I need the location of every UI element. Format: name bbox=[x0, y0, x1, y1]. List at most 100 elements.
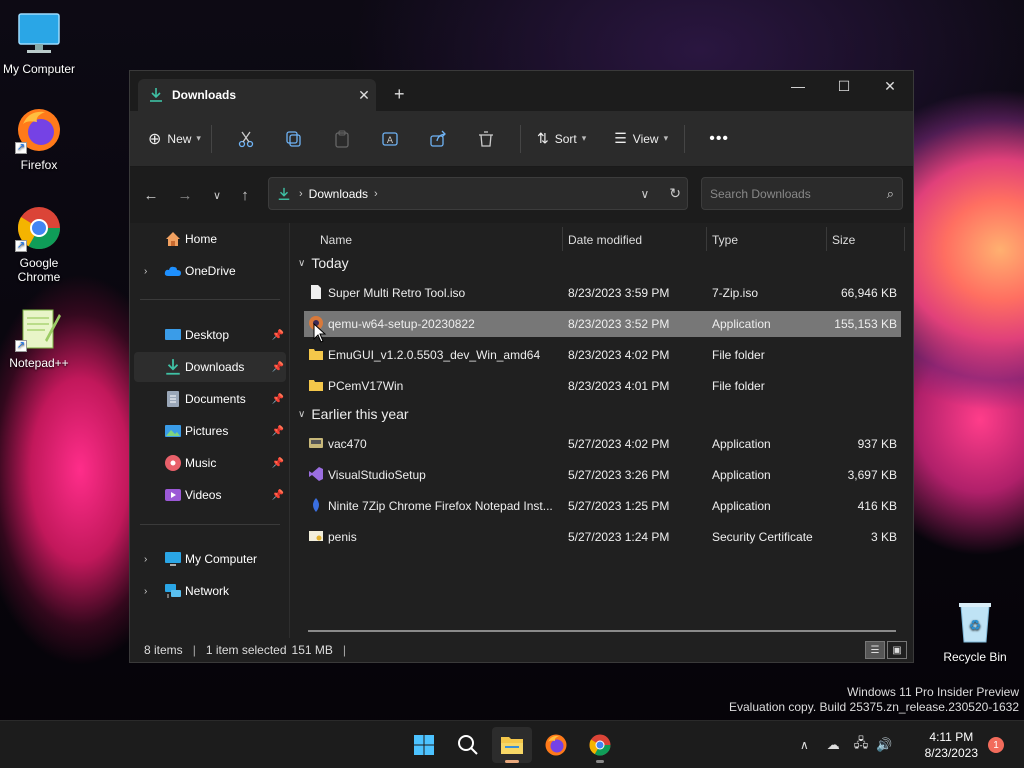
share-icon[interactable] bbox=[414, 123, 462, 155]
desktop-icon-chrome[interactable]: ↗ Google Chrome bbox=[0, 204, 78, 284]
forward-arrow-icon[interactable]: → bbox=[172, 181, 198, 209]
command-bar: ⊕ New ▾ A ⇅ Sort ▾ ☰ View ▾ ••• bbox=[130, 111, 913, 167]
pin-icon: 📌 bbox=[271, 361, 284, 373]
sidebar-item-home[interactable]: Home bbox=[134, 224, 286, 254]
chevron-up-icon[interactable]: ∧ bbox=[800, 738, 809, 752]
new-button[interactable]: ⊕ New ▾ bbox=[148, 123, 201, 155]
taskbar-chrome[interactable] bbox=[580, 727, 620, 763]
pin-icon: 📌 bbox=[271, 489, 284, 501]
address-history-chevron-icon[interactable]: ∨ bbox=[640, 187, 649, 201]
minimize-icon[interactable]: — bbox=[775, 71, 821, 101]
view-toggles: ☰ ▣ bbox=[865, 641, 907, 659]
sidebar-item-desktop[interactable]: Desktop 📌 bbox=[134, 320, 286, 350]
sidebar-item-downloads[interactable]: Downloads 📌 bbox=[134, 352, 286, 382]
chevron-right-icon[interactable]: › bbox=[144, 554, 147, 565]
sidebar-item-pictures[interactable]: Pictures 📌 bbox=[134, 416, 286, 446]
view-list-icon: ☰ bbox=[614, 130, 627, 146]
paste-icon[interactable] bbox=[318, 123, 366, 155]
sidebar-item-network[interactable]: › Network bbox=[134, 576, 286, 606]
sidebar-item-videos[interactable]: Videos 📌 bbox=[134, 480, 286, 510]
tiles-view-icon[interactable]: ▣ bbox=[887, 641, 907, 659]
column-divider[interactable] bbox=[904, 227, 905, 251]
onedrive-offline-icon[interactable]: ☁ bbox=[827, 737, 840, 753]
column-type[interactable]: Type bbox=[712, 233, 738, 247]
breadcrumb-chevron-icon: › bbox=[299, 187, 303, 200]
column-divider[interactable] bbox=[706, 227, 707, 251]
desktop-icon-my-computer[interactable]: My Computer bbox=[0, 10, 78, 76]
sort-icon: ⇅ bbox=[536, 130, 549, 146]
shortcut-arrow-icon: ↗ bbox=[15, 340, 27, 352]
tab-downloads[interactable]: Downloads ✕ bbox=[138, 79, 376, 111]
cloud-icon bbox=[164, 262, 182, 280]
clock[interactable]: 4:11 PM 8/23/2023 bbox=[925, 729, 978, 761]
address-bar[interactable]: › Downloads › ∨ ↻ bbox=[268, 177, 688, 210]
close-tab-icon[interactable]: ✕ bbox=[352, 87, 376, 104]
column-name[interactable]: Name bbox=[320, 233, 352, 247]
sidebar-item-my-computer[interactable]: › My Computer bbox=[134, 544, 286, 574]
search-icon[interactable]: ⌕ bbox=[887, 186, 894, 202]
notification-badge[interactable]: 1 bbox=[988, 737, 1004, 753]
pictures-icon bbox=[164, 422, 182, 440]
sidebar-item-documents[interactable]: Documents 📌 bbox=[134, 384, 286, 414]
pin-icon: 📌 bbox=[271, 329, 284, 341]
close-window-icon[interactable]: ✕ bbox=[867, 71, 913, 101]
file-row[interactable]: EmuGUI_v1.2.0.5503_dev_Win_amd64 8/23/20… bbox=[304, 342, 901, 368]
file-row[interactable]: Ninite 7Zip Chrome Firefox Notepad Inst.… bbox=[304, 493, 901, 519]
taskbar-file-explorer[interactable] bbox=[492, 727, 532, 763]
sort-button[interactable]: ⇅ Sort ▾ bbox=[537, 123, 586, 155]
chevron-right-icon[interactable]: › bbox=[144, 586, 147, 597]
more-options-icon[interactable]: ••• bbox=[695, 123, 743, 155]
evaluation-watermark: Windows 11 Pro Insider Preview Evaluatio… bbox=[729, 685, 1019, 715]
search-taskbar-button[interactable] bbox=[448, 727, 488, 763]
sidebar-item-onedrive[interactable]: › OneDrive bbox=[134, 256, 286, 286]
network-icon bbox=[164, 582, 182, 600]
start-button[interactable] bbox=[404, 727, 444, 763]
maximize-icon[interactable]: ☐ bbox=[821, 71, 867, 101]
chevron-right-icon[interactable]: › bbox=[144, 266, 147, 277]
selection-size: 151 MB bbox=[291, 643, 333, 657]
horizontal-scrollbar[interactable] bbox=[308, 630, 896, 632]
group-header-earlier-this-year[interactable]: ∨ Earlier this year bbox=[298, 406, 409, 422]
volume-icon[interactable]: 🔊 bbox=[876, 737, 892, 753]
column-size[interactable]: Size bbox=[832, 233, 855, 247]
recent-locations-chevron-icon[interactable]: ∨ bbox=[204, 181, 230, 209]
firefox-icon bbox=[545, 734, 567, 756]
file-row-selected[interactable]: qemu-w64-setup-20230822 8/23/2023 3:52 P… bbox=[304, 311, 901, 337]
desktop-icon-firefox[interactable]: ↗ Firefox bbox=[0, 106, 78, 172]
search-icon bbox=[458, 735, 478, 755]
view-button[interactable]: ☰ View ▾ bbox=[614, 123, 668, 155]
chevron-down-icon: ∨ bbox=[298, 257, 306, 269]
column-divider[interactable] bbox=[826, 227, 827, 251]
file-row[interactable]: Super Multi Retro Tool.iso 8/23/2023 3:5… bbox=[304, 280, 901, 306]
cut-icon[interactable] bbox=[222, 123, 270, 155]
search-input[interactable] bbox=[710, 186, 887, 201]
watermark-line: Evaluation copy. Build 25375.zn_release.… bbox=[729, 700, 1019, 714]
refresh-icon[interactable]: ↻ bbox=[669, 185, 681, 202]
desktop-icon-notepadpp[interactable]: ↗ Notepad++ bbox=[0, 304, 78, 370]
sidebar-item-music[interactable]: Music 📌 bbox=[134, 448, 286, 478]
file-row[interactable]: PCemV17Win 8/23/2023 4:01 PM File folder bbox=[304, 373, 901, 399]
item-count: 8 items bbox=[144, 643, 183, 657]
column-date-modified[interactable]: Date modified bbox=[568, 233, 642, 247]
group-title: Today bbox=[311, 255, 349, 271]
new-tab-icon[interactable]: + bbox=[394, 84, 405, 105]
file-row[interactable]: vac470 5/27/2023 4:02 PM Application 937… bbox=[304, 431, 901, 457]
taskbar-firefox[interactable] bbox=[536, 727, 576, 763]
selection-count: 1 item selected bbox=[205, 643, 287, 657]
delete-icon[interactable] bbox=[462, 123, 510, 155]
details-view-icon[interactable]: ☰ bbox=[865, 641, 885, 659]
notepadpp-icon: ↗ bbox=[15, 304, 63, 352]
active-app-indicator bbox=[505, 760, 519, 763]
breadcrumb-downloads[interactable]: Downloads bbox=[309, 187, 368, 201]
back-arrow-icon[interactable]: ← bbox=[138, 181, 164, 209]
column-divider[interactable] bbox=[562, 227, 563, 251]
rename-icon[interactable]: A bbox=[366, 123, 414, 155]
breadcrumb-chevron-icon[interactable]: › bbox=[374, 188, 378, 200]
file-row[interactable]: penis 5/27/2023 1:24 PM Security Certifi… bbox=[304, 524, 901, 550]
up-arrow-icon[interactable]: ↑ bbox=[232, 181, 258, 209]
group-header-today[interactable]: ∨ Today bbox=[298, 255, 349, 271]
file-row[interactable]: VisualStudioSetup 5/27/2023 3:26 PM Appl… bbox=[304, 462, 901, 488]
network-icon[interactable]: 🖧 bbox=[854, 734, 869, 756]
copy-icon[interactable] bbox=[270, 123, 318, 155]
desktop-icon-recycle-bin[interactable]: ♻ Recycle Bin bbox=[936, 598, 1014, 664]
